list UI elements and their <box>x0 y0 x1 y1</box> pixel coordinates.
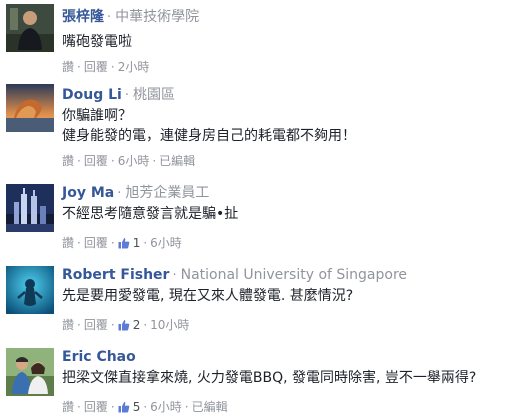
commenter-name[interactable]: Eric Chao <box>62 349 136 365</box>
like-button[interactable]: 讚 <box>62 400 74 414</box>
separator-dot: · <box>110 318 115 332</box>
commenter-name[interactable]: Doug Li <box>62 87 122 103</box>
avatar[interactable] <box>6 84 54 132</box>
commenter-affiliation[interactable]: 旭芳企業員工 <box>125 185 209 201</box>
comment-timestamp[interactable]: 6小時 <box>118 154 150 168</box>
avatar[interactable] <box>6 348 54 396</box>
like-count[interactable]: 5 <box>133 400 141 414</box>
underwater-avatar-icon <box>6 266 54 314</box>
comment-text: 健身能發的電，連健身房自己的耗電都不夠用！ <box>62 128 356 144</box>
comment-text: 不經思考隨意發言就是騙•扯 <box>62 206 239 222</box>
separator-dot: · <box>143 400 148 414</box>
comment-text: 你騙誰啊？ <box>62 108 132 124</box>
reply-button[interactable]: 回覆 <box>84 400 108 414</box>
separator-dot: · <box>77 236 81 250</box>
separator-dot: · <box>77 154 81 168</box>
commenter-affiliation[interactable]: 桃園區 <box>133 87 175 103</box>
comment-timestamp[interactable]: 2小時 <box>118 60 150 74</box>
like-count[interactable]: 2 <box>133 318 141 332</box>
edited-label[interactable]: 已編輯 <box>192 400 228 414</box>
separator-dot: · <box>110 400 115 414</box>
reply-button[interactable]: 回覆 <box>84 60 108 74</box>
edited-label[interactable]: 已編輯 <box>159 154 195 168</box>
separator-dot: · <box>77 318 81 332</box>
comment-text: 嘴砲發電啦 <box>62 34 132 50</box>
thumbs-up-icon[interactable] <box>118 319 130 331</box>
separator-dot: · <box>184 400 189 414</box>
comment-text: 把梁文傑直接拿來燒, 火力發電BBQ, 發電同時除害, 豈不一舉兩得? <box>62 370 477 386</box>
separator-dot: · <box>77 60 81 74</box>
like-button[interactable]: 讚 <box>62 318 74 332</box>
thumbs-up-icon[interactable] <box>118 401 130 413</box>
commenter-affiliation[interactable]: 中華技術學院 <box>115 9 199 25</box>
couple-photo-avatar-icon <box>6 348 54 396</box>
separator-dot: · <box>172 268 177 283</box>
separator-dot: · <box>143 236 148 250</box>
separator-dot: · <box>107 10 112 25</box>
like-button[interactable]: 讚 <box>62 154 74 168</box>
commenter-name[interactable]: Robert Fisher <box>62 267 169 283</box>
avatar[interactable] <box>6 266 54 314</box>
reply-button[interactable]: 回覆 <box>84 154 108 168</box>
person-photo-avatar-icon <box>6 4 54 52</box>
separator-dot: · <box>117 186 122 201</box>
separator-dot: · <box>77 400 81 414</box>
like-button[interactable]: 讚 <box>62 60 74 74</box>
comment-text: 先是要用愛發電, 現在又來人體發電. 甚麼情況? <box>62 288 354 304</box>
city-night-avatar-icon <box>6 184 54 232</box>
comment-timestamp[interactable]: 10小時 <box>150 318 189 332</box>
reply-button[interactable]: 回覆 <box>84 236 108 250</box>
separator-dot: · <box>110 154 115 168</box>
separator-dot: · <box>110 236 115 250</box>
commenter-name[interactable]: Joy Ma <box>62 185 114 201</box>
comment-timestamp[interactable]: 6小時 <box>150 236 182 250</box>
sunset-rock-avatar-icon <box>6 84 54 132</box>
avatar[interactable] <box>6 4 54 52</box>
reply-button[interactable]: 回覆 <box>84 318 108 332</box>
separator-dot: · <box>124 88 129 103</box>
avatar[interactable] <box>6 184 54 232</box>
commenter-affiliation[interactable]: National University of Singapore <box>181 267 407 283</box>
separator-dot: · <box>110 60 115 74</box>
like-button[interactable]: 讚 <box>62 236 74 250</box>
like-count[interactable]: 1 <box>133 236 141 250</box>
commenter-name[interactable]: 張梓隆 <box>62 9 104 25</box>
thumbs-up-icon[interactable] <box>118 237 130 249</box>
separator-dot: · <box>143 318 148 332</box>
separator-dot: · <box>152 154 157 168</box>
comment-timestamp[interactable]: 6小時 <box>150 400 182 414</box>
